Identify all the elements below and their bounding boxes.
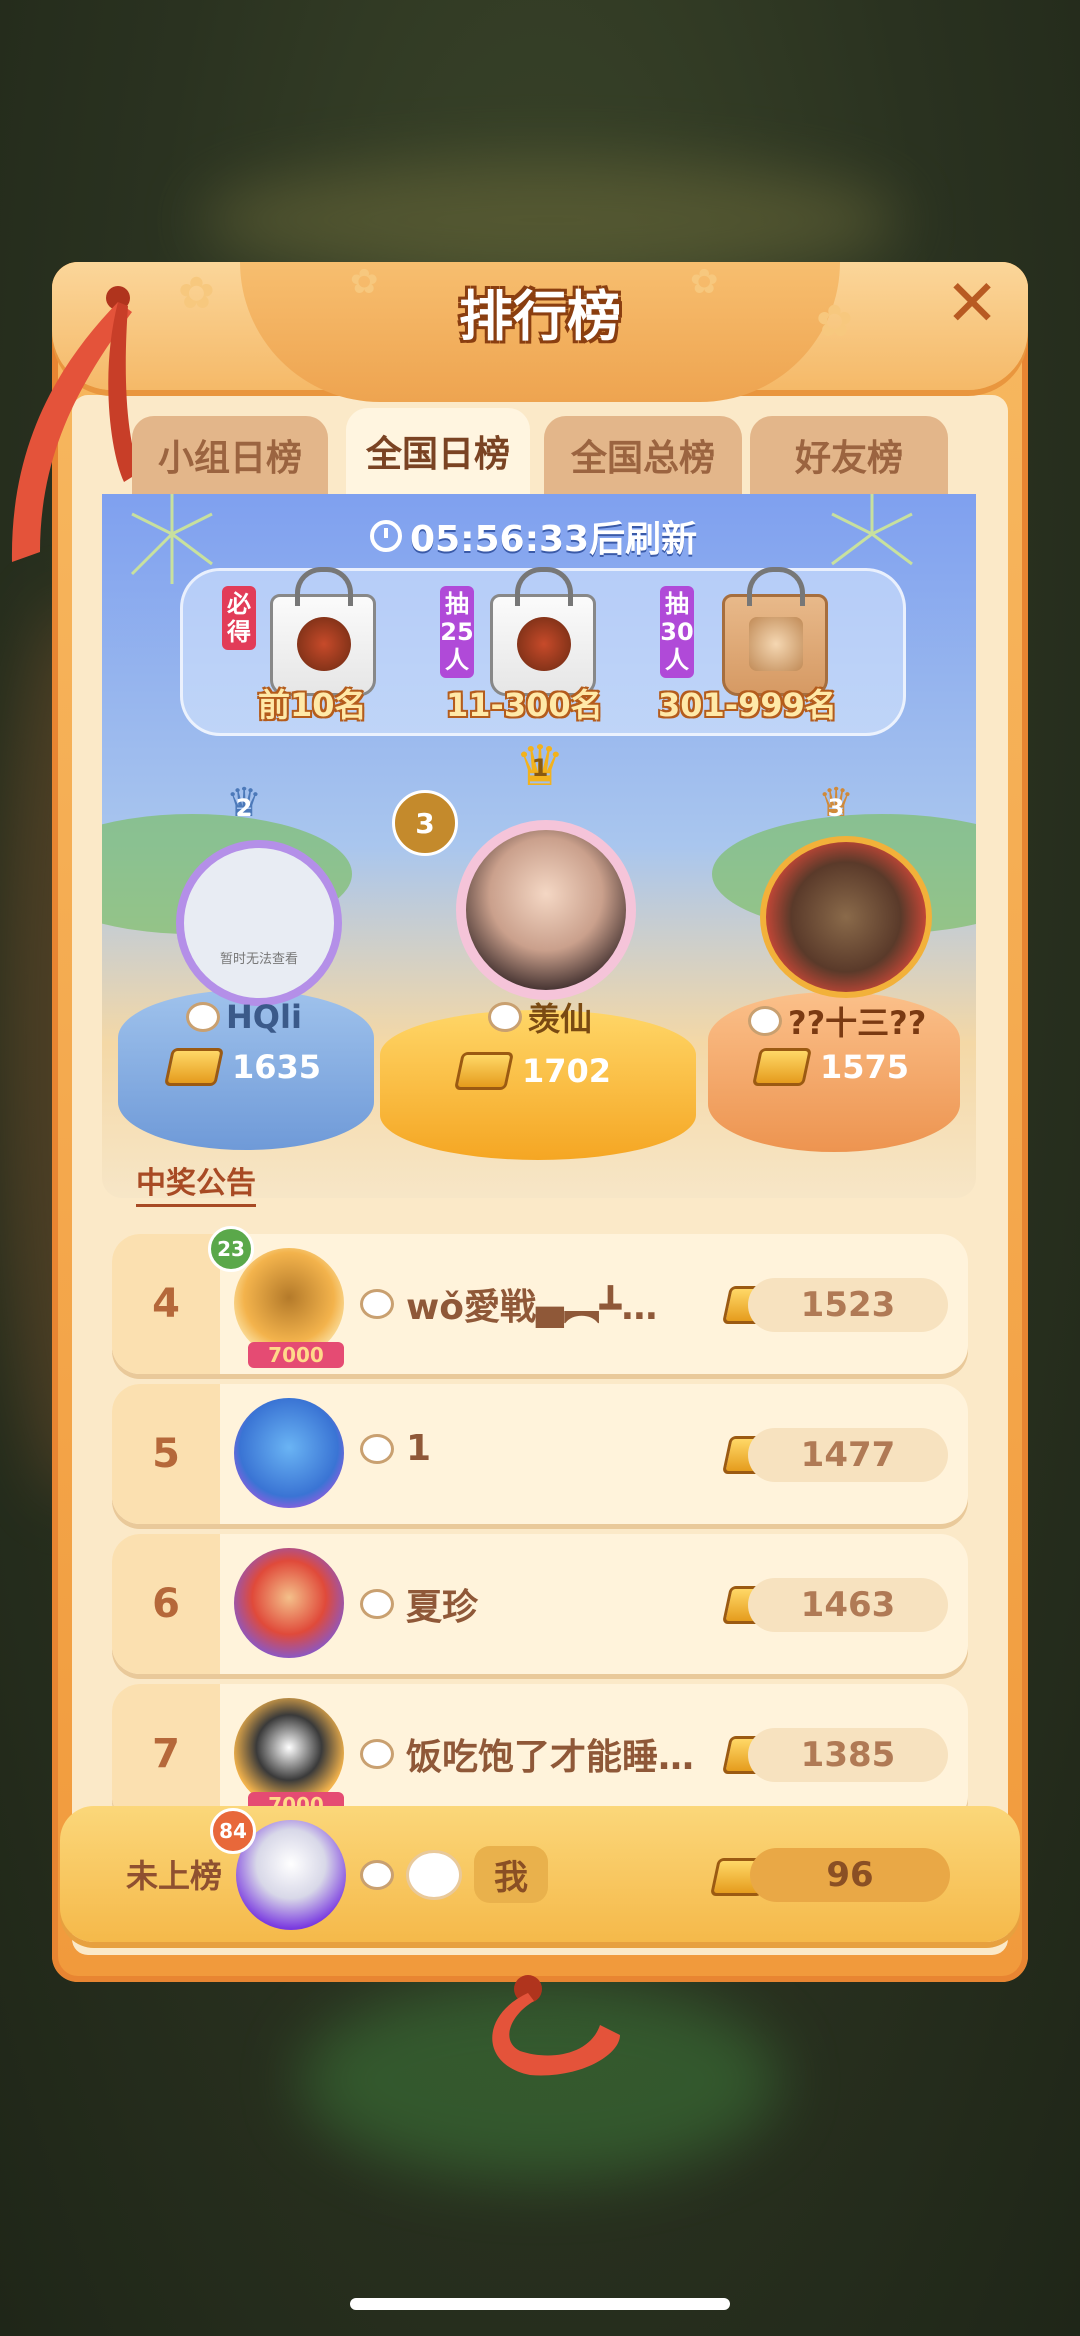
avatar-unavailable-text: 暂时无法查看 — [219, 952, 298, 967]
bunny-icon — [360, 1739, 394, 1769]
my-name-text: 我 — [474, 1846, 548, 1903]
podium-name-text: HQli — [226, 998, 302, 1036]
rank-row[interactable]: 6 夏珍 1463 — [112, 1534, 968, 1674]
bunny-icon — [186, 1002, 220, 1032]
prize-tier-label: 前10名 — [258, 686, 367, 724]
tab-friends[interactable]: 好友榜 — [750, 416, 948, 494]
avatar-frame-label: 7000 — [248, 1342, 344, 1368]
prize-badge: 抽30人 — [660, 586, 694, 678]
podium-name-text: ??十三?? — [788, 1004, 927, 1042]
crown-icon-second: ♛ 2 — [226, 780, 262, 826]
player-score: 1477 — [748, 1428, 948, 1482]
level-badge: 23 — [208, 1226, 254, 1272]
rank-number: 5 — [112, 1384, 220, 1524]
crown-icon-first: ♛ 1 — [514, 734, 566, 799]
player-name-text: 饭吃饱了才能睡… — [406, 1737, 695, 1778]
bunny-icon — [488, 1002, 522, 1032]
prize-tier-label: 11-300名 — [446, 686, 603, 724]
player-name: 1 — [360, 1428, 431, 1469]
bunny-icon — [360, 1859, 394, 1890]
player-name: wǒ愛戦▄︻┻… — [360, 1278, 657, 1330]
winner-announcement-link[interactable]: 中奖公告 — [136, 1158, 256, 1207]
prize-seal — [297, 617, 351, 671]
level-badge: 3 — [392, 790, 458, 856]
bunny-icon — [360, 1589, 394, 1619]
page-title: 排行榜 — [459, 285, 621, 348]
flower-icon: ✿ — [178, 268, 215, 319]
home-indicator[interactable] — [350, 2298, 730, 2310]
crown-icon-third: ♛ 3 — [818, 780, 854, 826]
refresh-timer: 05:56:33后刷新 — [370, 508, 710, 564]
prize-tier-label: 301-999名 — [658, 686, 837, 724]
gold-icon — [751, 1048, 813, 1086]
my-name: 我 — [360, 1846, 548, 1903]
avatar — [234, 1398, 344, 1508]
rank-row[interactable]: 4 23 7000 wǒ愛戦▄︻┻… 1523 — [112, 1226, 968, 1374]
avatar — [234, 1548, 344, 1658]
ribbon-decoration — [492, 1975, 620, 2076]
prize-seal — [517, 617, 571, 671]
avatar-second[interactable]: 暂时无法查看 — [176, 840, 342, 1006]
gold-icon — [163, 1048, 225, 1086]
flower-icon: ✿ — [816, 296, 853, 347]
player-name-text: 夏珍 — [406, 1587, 479, 1628]
player-name: 饭吃饱了才能睡… — [360, 1728, 694, 1780]
podium-name-text: 羡仙 — [528, 1000, 593, 1038]
prize-seal — [749, 617, 803, 671]
player-score: 1385 — [748, 1728, 948, 1782]
player-score: 1523 — [748, 1278, 948, 1332]
rank-number: 4 — [112, 1234, 220, 1374]
player-name: 夏珍 — [360, 1578, 478, 1630]
player-name-text: wǒ愛戦▄︻┻… — [406, 1287, 658, 1328]
podium-score-text: 1635 — [232, 1048, 322, 1086]
bunny-icon — [748, 1006, 782, 1036]
player-name-text: 1 — [406, 1428, 432, 1469]
player-score: 1463 — [748, 1578, 948, 1632]
clock-icon — [370, 520, 402, 552]
rank-number: 7 — [112, 1684, 220, 1824]
level-badge: 84 — [210, 1808, 256, 1854]
podium-score-text: 1575 — [820, 1048, 910, 1086]
podium-name-first: 羡仙 — [488, 994, 592, 1040]
avatar-third[interactable] — [760, 836, 932, 998]
bunny-icon — [360, 1289, 394, 1319]
bunny-icon — [360, 1433, 394, 1464]
podium-name-second: HQli — [186, 998, 302, 1036]
flower-icon: ✿ — [350, 262, 379, 302]
refresh-timer-text: 05:56:33后刷新 — [410, 519, 698, 560]
prize-badge: 必得 — [222, 586, 256, 650]
flower-icon: ✿ — [690, 262, 719, 302]
rank-row[interactable]: 5 1 1477 — [112, 1384, 968, 1524]
podium-score-second: 1635 — [163, 1048, 322, 1086]
my-score: 96 — [750, 1848, 950, 1902]
tab-national-total[interactable]: 全国总榜 — [544, 416, 742, 494]
tab-national-daily[interactable]: 全国日榜 — [346, 408, 530, 494]
podium-score-third: 1575 — [751, 1048, 910, 1086]
rabbit-pet-icon — [406, 1849, 462, 1900]
podium-score-first: 1702 — [453, 1052, 612, 1090]
tab-group-daily[interactable]: 小组日榜 — [132, 416, 328, 494]
podium-name-third: ??十三?? — [748, 998, 926, 1044]
rank-number: 6 — [112, 1534, 220, 1674]
rank-row[interactable]: 7 7000 饭吃饱了才能睡… 1385 — [112, 1684, 968, 1824]
podium-score-text: 1702 — [522, 1052, 612, 1090]
gold-icon — [453, 1052, 515, 1090]
avatar-first[interactable] — [456, 820, 636, 1000]
close-button[interactable]: ✕ — [940, 272, 1004, 336]
prize-badge: 抽25人 — [440, 586, 474, 678]
my-rank-row[interactable]: 未上榜 84 我 96 — [60, 1806, 1020, 1942]
